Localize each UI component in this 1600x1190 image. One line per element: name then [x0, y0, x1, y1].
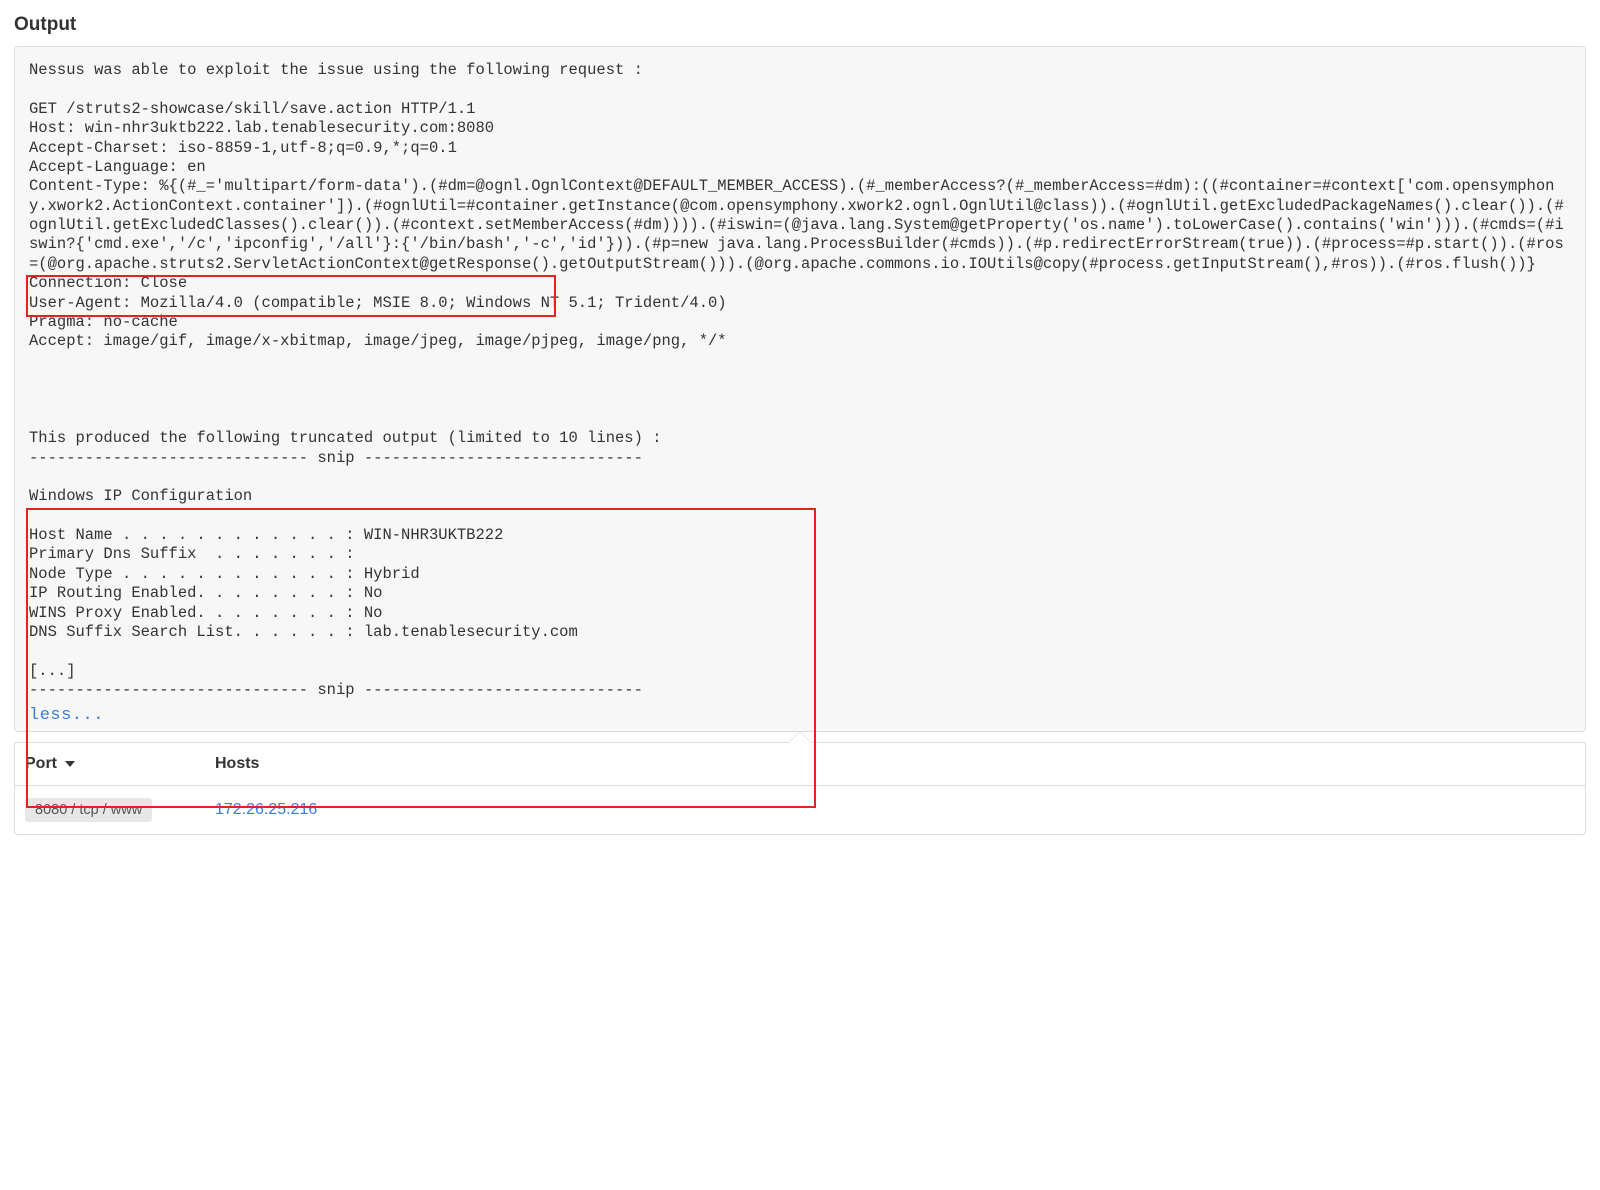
output-panel: Nessus was able to exploit the issue usi… [14, 46, 1586, 732]
port-badge[interactable]: 8080 / tcp / www [25, 798, 152, 822]
column-header-hosts[interactable]: Hosts [215, 755, 1575, 773]
less-link[interactable]: less... [29, 706, 104, 725]
column-header-hosts-label: Hosts [215, 755, 259, 772]
port-cell: 8080 / tcp / www [25, 798, 215, 822]
table-header-row: Port Hosts [15, 742, 1585, 785]
hosts-cell: 172.26.25.216 [215, 801, 1575, 819]
hosts-table: Port Hosts 8080 / tcp / www 172.26.25.216 [14, 742, 1586, 835]
column-header-port[interactable]: Port [25, 755, 215, 773]
table-row: 8080 / tcp / www 172.26.25.216 [15, 785, 1585, 834]
highlight-box [26, 275, 556, 317]
section-title: Output [14, 14, 1586, 36]
column-header-port-label: Port [25, 755, 57, 772]
sort-desc-icon [65, 761, 75, 767]
host-link[interactable]: 172.26.25.216 [215, 801, 317, 818]
table-notch-icon [788, 732, 812, 744]
output-text: Nessus was able to exploit the issue usi… [29, 61, 1571, 700]
